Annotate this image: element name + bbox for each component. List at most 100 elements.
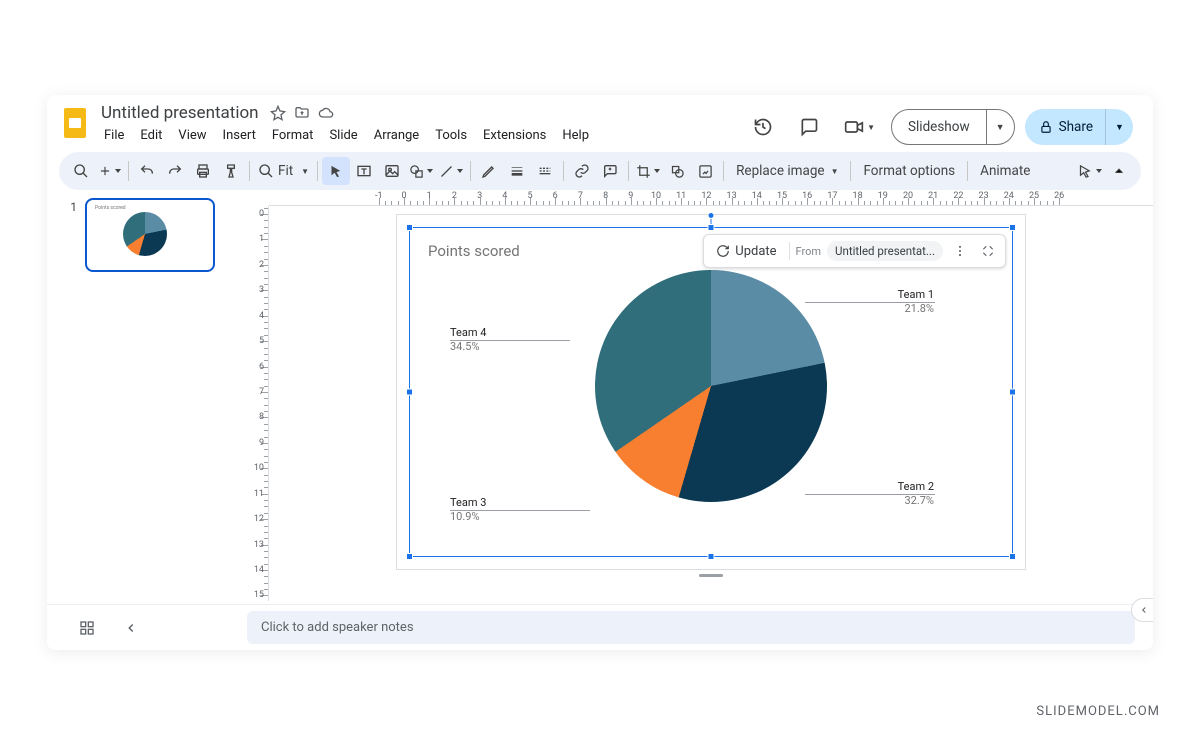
textbox-tool[interactable] <box>350 157 378 185</box>
grid-view-icon[interactable] <box>75 616 99 640</box>
menu-arrange[interactable]: Arrange <box>367 125 426 146</box>
header: Untitled presentation File Edit View Ins… <box>47 95 1153 146</box>
search-menus-icon[interactable] <box>67 157 95 185</box>
explore-tab[interactable] <box>1131 598 1153 622</box>
print-button[interactable] <box>189 157 217 185</box>
slide[interactable]: Points scored Team 121.8% <box>396 214 1026 570</box>
slideshow-dropdown[interactable]: ▼ <box>986 110 1014 144</box>
pie-label-team3: Team 310.9% <box>450 496 486 524</box>
share-main[interactable]: Share <box>1025 109 1105 145</box>
menu-insert[interactable]: Insert <box>216 125 263 146</box>
toolbar: Fit ▼ Replace image▼ Format options <box>59 152 1141 190</box>
slide-thumbnail-1[interactable]: Points scored <box>85 198 215 272</box>
paint-format-button[interactable] <box>217 157 245 185</box>
star-icon[interactable] <box>269 104 287 122</box>
line-tool[interactable] <box>436 157 466 185</box>
camera-icon[interactable] <box>837 110 871 144</box>
comments-icon[interactable] <box>791 109 827 145</box>
thumb-chart-title: Points scored <box>95 205 126 211</box>
canvas-area[interactable]: -101234567891011121314151617181920212223… <box>247 190 1153 601</box>
border-dash-button[interactable] <box>531 157 559 185</box>
format-options-button[interactable]: Format options <box>855 157 963 185</box>
menu-slide[interactable]: Slide <box>322 125 364 146</box>
menu-format[interactable]: Format <box>265 125 321 146</box>
select-tool[interactable] <box>322 157 350 185</box>
hide-menus-button[interactable] <box>1105 157 1133 185</box>
animate-button[interactable]: Animate <box>972 157 1038 185</box>
toolbar-wrap: Fit ▼ Replace image▼ Format options <box>47 146 1153 190</box>
collapse-filmstrip-icon[interactable] <box>119 616 143 640</box>
share-label: Share <box>1059 119 1093 135</box>
body-area: 1 Points scored -10123456789101112131415… <box>47 190 1153 601</box>
slide-stage: Points scored Team 121.8% <box>269 206 1153 601</box>
thumb-number: 1 <box>67 198 77 272</box>
pie-label-team1: Team 121.8% <box>898 288 934 316</box>
resize-handle-br[interactable] <box>1009 553 1016 560</box>
cloud-status-icon[interactable] <box>317 104 335 122</box>
resize-handle-bm[interactable] <box>708 553 715 560</box>
ruler-horizontal[interactable]: -101234567891011121314151617181920212223… <box>269 190 1153 206</box>
pie-label-team4: Team 434.5% <box>450 326 486 354</box>
redo-button[interactable] <box>161 157 189 185</box>
chart-source-chip[interactable]: Untitled presentat... <box>827 241 943 261</box>
resize-handle-tr[interactable] <box>1009 224 1016 231</box>
watermark: SLIDEMODEL.COM <box>1036 704 1160 719</box>
comment-button[interactable] <box>596 157 624 185</box>
footer: Click to add speaker notes <box>47 604 1153 650</box>
resize-handle-ml[interactable] <box>406 389 413 396</box>
thumb-pie-icon <box>123 212 167 256</box>
meet-dropdown-caret[interactable]: ▼ <box>867 123 875 132</box>
resize-handle-tm[interactable] <box>708 224 715 231</box>
history-icon[interactable] <box>745 109 781 145</box>
linked-chart-toolbar: Update From Untitled presentat... <box>703 234 1006 268</box>
unlink-icon[interactable] <box>977 240 999 262</box>
share-button: Share ▼ <box>1025 109 1133 145</box>
new-slide-button[interactable] <box>95 157 124 185</box>
link-button[interactable] <box>568 157 596 185</box>
speaker-notes-resize-handle[interactable] <box>699 574 723 577</box>
pie-chart-graphic <box>595 270 827 502</box>
resize-handle-tl[interactable] <box>406 224 413 231</box>
menu-tools[interactable]: Tools <box>428 125 474 146</box>
rotation-handle[interactable] <box>708 212 715 219</box>
menu-help[interactable]: Help <box>555 125 596 146</box>
update-chart-button[interactable]: Update <box>710 240 782 263</box>
resize-handle-mr[interactable] <box>1009 389 1016 396</box>
mask-button[interactable] <box>663 157 691 185</box>
pie-chart <box>595 270 827 502</box>
move-folder-icon[interactable] <box>293 104 311 122</box>
speaker-notes[interactable]: Click to add speaker notes <box>247 611 1135 644</box>
menu-file[interactable]: File <box>97 125 131 146</box>
menu-view[interactable]: View <box>171 125 213 146</box>
app-logo[interactable] <box>59 103 91 143</box>
refresh-icon <box>716 244 730 258</box>
chart-selection[interactable]: Points scored Team 121.8% <box>409 227 1013 557</box>
chart-more-icon[interactable] <box>949 240 971 262</box>
zoom-combo[interactable]: Fit ▼ <box>254 163 313 179</box>
slideshow-main[interactable]: Slideshow <box>892 110 986 144</box>
app-window: Untitled presentation File Edit View Ins… <box>47 95 1153 650</box>
meet-button[interactable]: ▼ <box>837 110 881 144</box>
thumbnail-rail: 1 Points scored <box>47 190 247 601</box>
replace-image-button[interactable]: Replace image▼ <box>728 157 846 185</box>
chart-title: Points scored <box>428 242 520 260</box>
pie-label-team2: Team 232.7% <box>898 480 934 508</box>
image-tool[interactable] <box>378 157 406 185</box>
resize-handle-bl[interactable] <box>406 553 413 560</box>
doc-title[interactable]: Untitled presentation <box>97 102 263 124</box>
undo-button[interactable] <box>133 157 161 185</box>
header-right: ▼ Slideshow ▼ Share ▼ <box>745 103 1141 145</box>
border-weight-button[interactable] <box>503 157 531 185</box>
crop-button[interactable] <box>633 157 663 185</box>
zoom-label: Fit <box>276 163 299 179</box>
menubar: File Edit View Insert Format Slide Arran… <box>97 125 596 146</box>
menu-edit[interactable]: Edit <box>133 125 169 146</box>
border-color-button[interactable] <box>475 157 503 185</box>
slides-logo-icon <box>62 106 88 140</box>
ruler-vertical[interactable]: 0123456789101112131415 <box>247 206 269 601</box>
share-dropdown[interactable]: ▼ <box>1105 109 1133 145</box>
reset-image-button[interactable] <box>691 157 719 185</box>
mode-switch-button[interactable] <box>1075 157 1105 185</box>
shape-tool[interactable] <box>406 157 436 185</box>
menu-extensions[interactable]: Extensions <box>476 125 553 146</box>
